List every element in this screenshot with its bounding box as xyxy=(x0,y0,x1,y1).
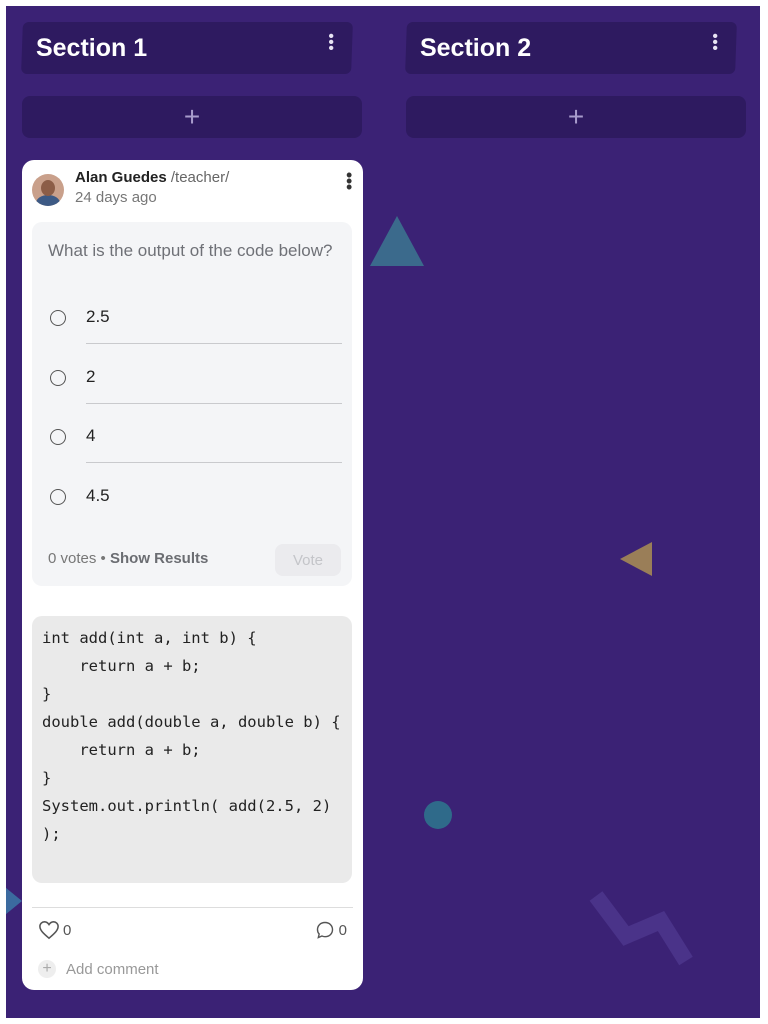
plus-icon: + xyxy=(38,960,56,978)
radio-button[interactable] xyxy=(50,489,66,505)
post-timestamp: 24 days ago xyxy=(75,189,157,206)
triangle-decoration xyxy=(620,542,652,576)
section-header-2[interactable]: Section 2 • • • xyxy=(405,22,737,74)
like-count: 0 xyxy=(63,921,72,939)
avatar[interactable] xyxy=(32,174,64,206)
divider xyxy=(86,403,342,404)
post-author: Alan Guedes /teacher/ xyxy=(75,169,229,186)
poll-option-label: 2 xyxy=(86,367,96,386)
section-header-1[interactable]: Section 1 • • • xyxy=(21,22,353,74)
vote-button[interactable]: Vote xyxy=(275,544,341,576)
zigzag-decoration xyxy=(589,891,693,966)
plus-icon: + xyxy=(183,101,201,132)
divider xyxy=(86,343,342,344)
poll: What is the output of the code below? 2.… xyxy=(32,222,352,586)
divider xyxy=(32,907,353,908)
radio-button[interactable] xyxy=(50,310,66,326)
add-comment-label: Add comment xyxy=(66,960,159,978)
poll-option[interactable]: 4.5 xyxy=(48,475,342,533)
heart-icon xyxy=(39,921,59,940)
code-block: int add(int a, int b) { return a + b; } … xyxy=(32,616,352,883)
poll-option-label: 4 xyxy=(86,426,96,445)
divider xyxy=(86,462,342,463)
radio-button[interactable] xyxy=(50,429,66,445)
add-comment-button[interactable]: + Add comment xyxy=(38,960,159,978)
triangle-decoration xyxy=(6,883,22,919)
like-button[interactable]: 0 xyxy=(38,920,71,940)
add-post-button[interactable]: + xyxy=(406,96,746,138)
poll-question: What is the output of the code below? xyxy=(48,241,333,260)
more-options-icon[interactable]: • • • xyxy=(712,28,718,57)
section-title: Section 2 xyxy=(419,34,532,62)
separator-dot: • xyxy=(100,550,106,567)
show-results-link[interactable]: Show Results xyxy=(110,550,208,567)
poll-footer: 0 votes • Show Results xyxy=(48,550,208,567)
comment-icon xyxy=(316,921,333,939)
poll-option[interactable]: 4 xyxy=(48,415,342,473)
vote-count: 0 votes xyxy=(48,550,97,567)
comment-count: 0 xyxy=(338,921,347,939)
poll-option-label: 2.5 xyxy=(86,307,110,326)
triangle-decoration xyxy=(370,216,424,266)
section-title: Section 1 xyxy=(35,34,148,62)
poll-option[interactable]: 2.5 xyxy=(48,296,342,354)
poll-option[interactable]: 2 xyxy=(48,356,342,414)
author-role: /teacher/ xyxy=(170,169,230,186)
more-options-icon[interactable]: • • • xyxy=(328,28,334,57)
radio-button[interactable] xyxy=(50,370,66,386)
more-options-icon[interactable]: • • • xyxy=(346,166,352,196)
circle-decoration xyxy=(424,801,452,829)
post-card[interactable]: Alan Guedes /teacher/ 24 days ago • • • Wh… xyxy=(22,160,363,990)
plus-icon: + xyxy=(567,101,585,132)
author-name: Alan Guedes xyxy=(75,169,167,186)
add-post-button[interactable]: + xyxy=(22,96,362,138)
poll-option-label: 4.5 xyxy=(86,486,110,505)
board-canvas: Section 1 • • • + Section 2 • • • + Alan Gue… xyxy=(6,6,760,1018)
comments-button[interactable]: 0 xyxy=(315,920,347,940)
